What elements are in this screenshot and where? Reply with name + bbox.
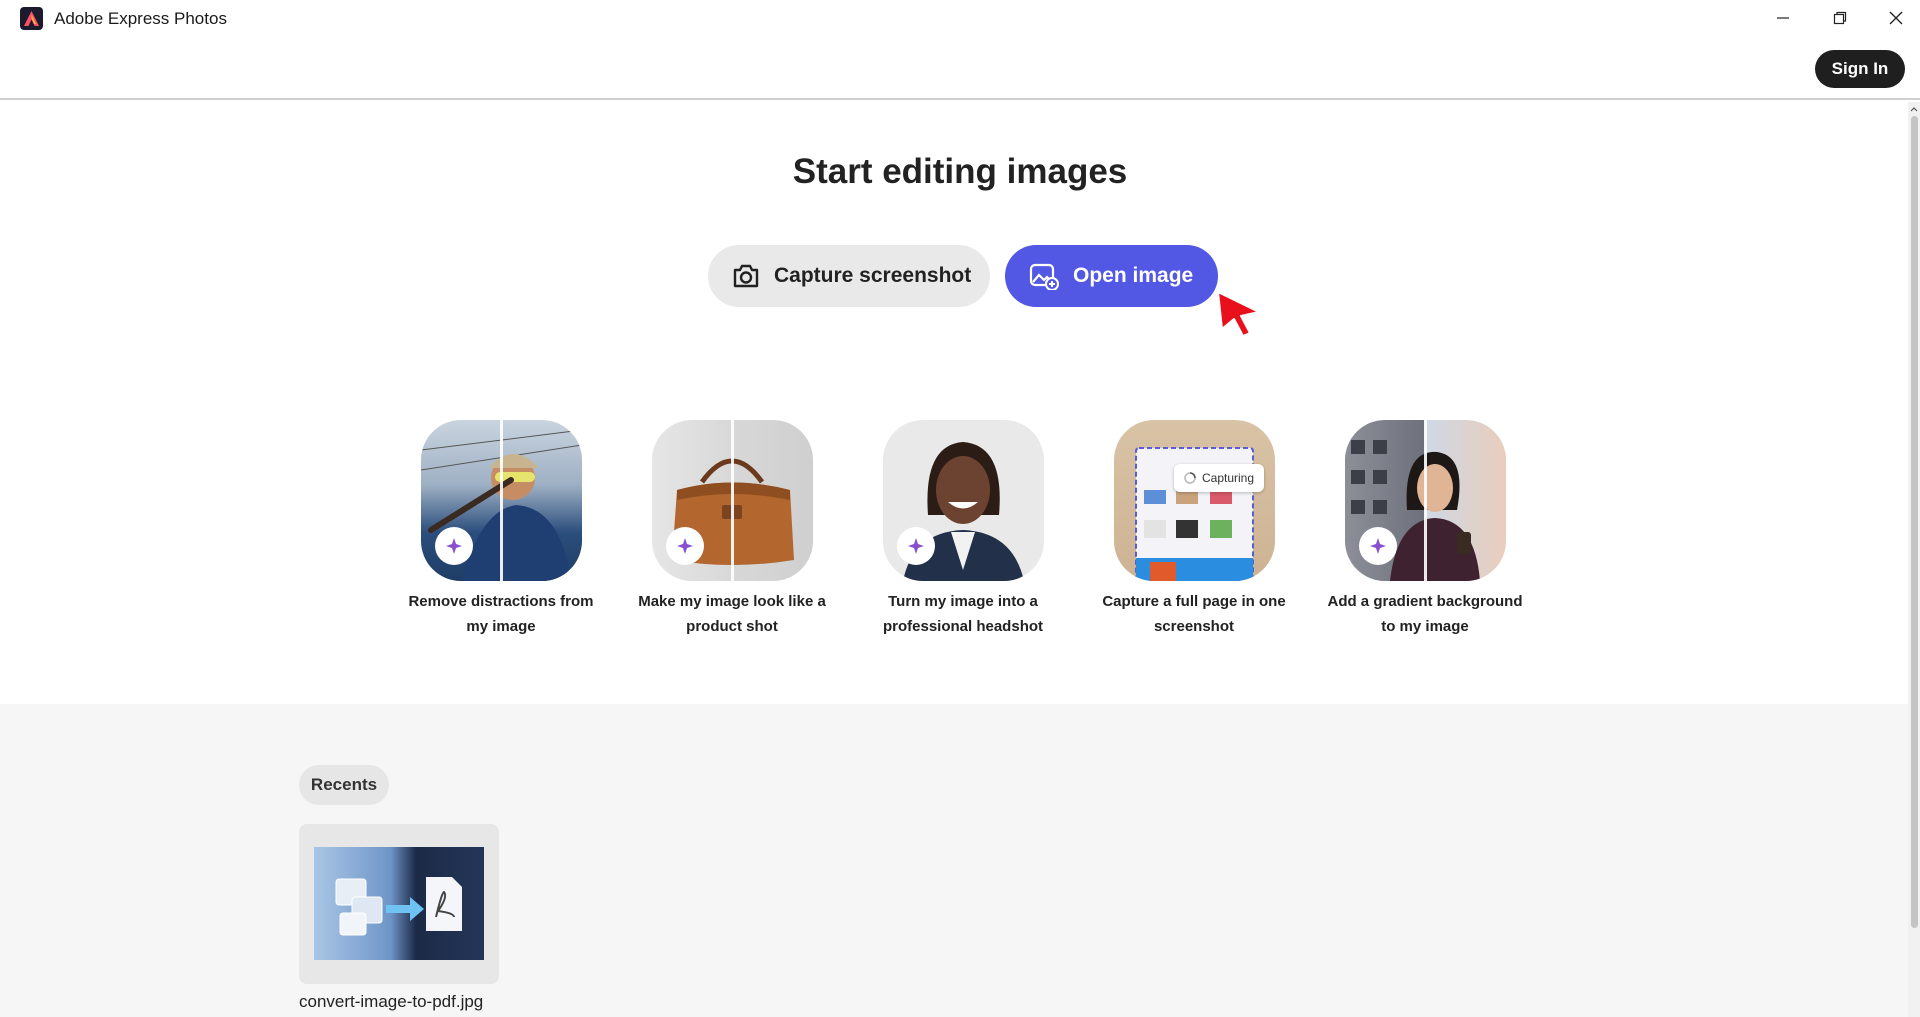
capturing-label: Capturing	[1201, 471, 1255, 485]
capture-screenshot-label: Capture screenshot	[774, 264, 972, 287]
open-image-button[interactable]: Open image	[1005, 245, 1218, 307]
quick-action-label: Capture a full page in one screenshot	[1102, 593, 1286, 635]
start-panel: Start editing images Capture screenshot …	[0, 102, 1908, 704]
sparkle-icon	[1358, 527, 1397, 565]
quick-action-thumbnail	[651, 420, 813, 581]
sparkle-icon	[896, 527, 935, 565]
sparkle-icon	[665, 527, 704, 565]
scrollbar-thumb[interactable]	[1911, 116, 1918, 928]
quick-action-label: Turn my image into a professional headsh…	[882, 593, 1044, 635]
quick-action-thumbnail	[882, 420, 1044, 581]
image-add-icon	[1029, 263, 1059, 290]
minimize-icon[interactable]	[1755, 0, 1811, 36]
capturing-indicator: Capturing	[1173, 464, 1264, 492]
recents-section: Recents convert-image-to-pdf.jpg	[0, 704, 1908, 1017]
restore-icon[interactable]	[1812, 0, 1868, 36]
spinner-icon	[1184, 472, 1196, 484]
capture-screenshot-button[interactable]: Capture screenshot	[708, 245, 990, 307]
title-bar: Adobe Express Photos	[0, 0, 1920, 38]
scroll-up-arrow-icon[interactable]	[1908, 104, 1920, 114]
quick-action-thumbnail	[420, 420, 582, 581]
open-image-label: Open image	[1073, 264, 1194, 287]
page-title: Start editing images	[792, 152, 1128, 191]
quick-action-label: Add a gradient background to my image	[1327, 593, 1523, 635]
app-title: Adobe Express Photos	[54, 9, 227, 28]
recent-file-name[interactable]: convert-image-to-pdf.jpg	[299, 992, 483, 1012]
app-header: Sign In	[0, 38, 1920, 100]
quick-action-label: Make my image look like a product shot	[638, 593, 826, 635]
quick-action-thumbnail: Capturing	[1113, 420, 1275, 581]
recent-file-thumbnail	[314, 847, 484, 960]
quick-action-label: Remove distractions from my image	[408, 593, 594, 635]
quick-action-remove-distractions[interactable]: Remove distractions from my image	[401, 420, 601, 639]
sparkle-icon	[434, 527, 473, 565]
quick-action-product-shot[interactable]: Make my image look like a product shot	[632, 420, 832, 639]
quick-action-gradient-background[interactable]: Add a gradient background to my image	[1325, 420, 1525, 639]
camera-icon	[733, 264, 759, 288]
mouse-cursor-icon	[1217, 291, 1260, 337]
recent-file-tile[interactable]	[299, 824, 499, 984]
quick-action-headshot[interactable]: Turn my image into a professional headsh…	[863, 420, 1063, 639]
adobe-express-logo-icon	[20, 7, 43, 30]
recents-label: Recents	[299, 765, 389, 805]
vertical-scrollbar[interactable]	[1908, 102, 1920, 1017]
close-icon[interactable]	[1868, 0, 1920, 36]
sign-in-button[interactable]: Sign In	[1815, 50, 1905, 88]
quick-action-thumbnail	[1344, 420, 1506, 581]
quick-action-full-page-capture[interactable]: Capturing Capture a full page in one scr…	[1094, 420, 1294, 639]
